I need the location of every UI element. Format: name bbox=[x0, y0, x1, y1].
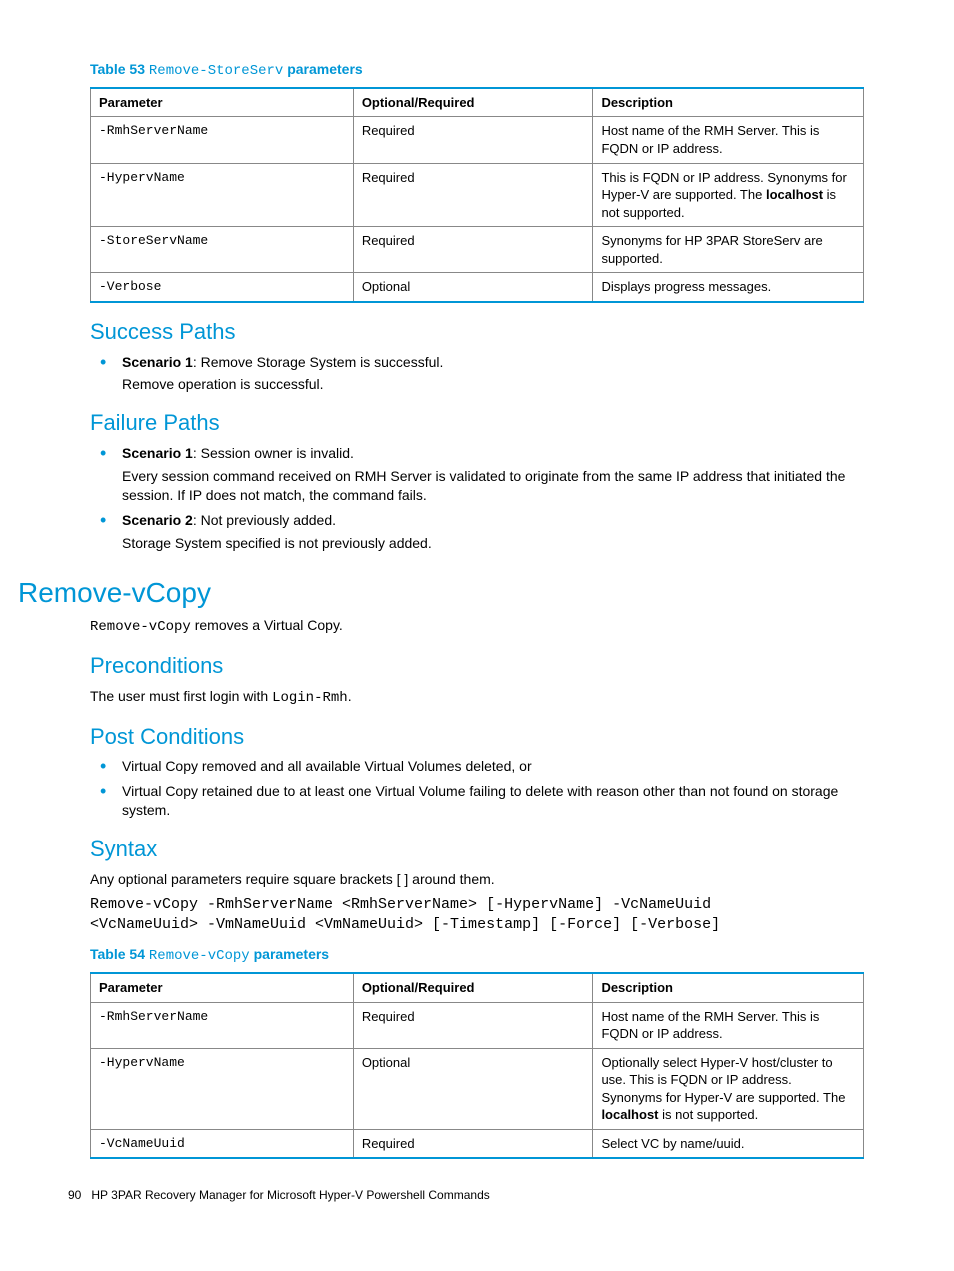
table53-h1: Parameter bbox=[91, 88, 354, 117]
desc-cell: Displays progress messages. bbox=[593, 273, 864, 302]
remove-vcopy-intro: Remove-vCopy removes a Virtual Copy. bbox=[90, 616, 864, 637]
table54-caption-prefix: Table 54 bbox=[90, 946, 149, 962]
failure-item-1: Scenario 1: Session owner is invalid. Ev… bbox=[90, 444, 864, 505]
table53-h2: Optional/Required bbox=[353, 88, 593, 117]
syntax-text: Any optional parameters require square b… bbox=[90, 870, 864, 889]
table53-caption-prefix: Table 53 bbox=[90, 61, 149, 77]
param-cell: -RmhServerName bbox=[91, 117, 354, 163]
table-row: -StoreServNameRequiredSynonyms for HP 3P… bbox=[91, 227, 864, 273]
failure-s1-title: Scenario 1 bbox=[122, 445, 193, 461]
table53: Parameter Optional/Required Description … bbox=[90, 87, 864, 303]
success-s1-sub: Remove operation is successful. bbox=[122, 375, 864, 394]
failure-s2-sub: Storage System specified is not previous… bbox=[122, 534, 864, 553]
table54-caption: Table 54 Remove-vCopy parameters bbox=[90, 945, 864, 966]
failure-paths-heading: Failure Paths bbox=[90, 408, 864, 438]
table-row: -HypervNameRequiredThis is FQDN or IP ad… bbox=[91, 163, 864, 227]
postconditions-list: Virtual Copy removed and all available V… bbox=[90, 757, 864, 820]
page-footer: 90 HP 3PAR Recovery Manager for Microsof… bbox=[68, 1187, 864, 1203]
param-cell: -VcNameUuid bbox=[91, 1129, 354, 1158]
desc-cell: This is FQDN or IP address. Synonyms for… bbox=[593, 163, 864, 227]
failure-s1-rest: : Session owner is invalid. bbox=[193, 445, 354, 461]
desc-cell: Select VC by name/uuid. bbox=[593, 1129, 864, 1158]
preconditions-heading: Preconditions bbox=[90, 651, 864, 681]
req-cell: Required bbox=[353, 163, 593, 227]
syntax-code: Remove-vCopy -RmhServerName <RmhServerNa… bbox=[90, 895, 864, 936]
failure-list: Scenario 1: Session owner is invalid. Ev… bbox=[90, 444, 864, 552]
success-s1-title: Scenario 1 bbox=[122, 354, 193, 370]
remove-vcopy-intro-rest: removes a Virtual Copy. bbox=[191, 617, 343, 633]
postconditions-item-2: Virtual Copy retained due to at least on… bbox=[90, 782, 864, 820]
success-item-1: Scenario 1: Remove Storage System is suc… bbox=[90, 353, 864, 395]
table53-caption-suffix: parameters bbox=[283, 61, 362, 77]
table-row: -RmhServerNameRequiredHost name of the R… bbox=[91, 117, 864, 163]
table54-h1: Parameter bbox=[91, 973, 354, 1002]
syntax-heading: Syntax bbox=[90, 834, 864, 864]
preconditions-text: The user must first login with Login-Rmh… bbox=[90, 687, 864, 708]
table-row: -RmhServerNameRequiredHost name of the R… bbox=[91, 1002, 864, 1048]
param-cell: -StoreServName bbox=[91, 227, 354, 273]
preconditions-pre: The user must first login with bbox=[90, 688, 272, 704]
page-number: 90 bbox=[68, 1188, 81, 1202]
table54-caption-cmd: Remove-vCopy bbox=[149, 948, 250, 964]
desc-cell: Host name of the RMH Server. This is FQD… bbox=[593, 1002, 864, 1048]
table54-h3: Description bbox=[593, 973, 864, 1002]
success-list: Scenario 1: Remove Storage System is suc… bbox=[90, 353, 864, 395]
table53-h3: Description bbox=[593, 88, 864, 117]
req-cell: Required bbox=[353, 117, 593, 163]
req-cell: Required bbox=[353, 1129, 593, 1158]
desc-cell: Host name of the RMH Server. This is FQD… bbox=[593, 117, 864, 163]
success-paths-heading: Success Paths bbox=[90, 317, 864, 347]
failure-item-2: Scenario 2: Not previously added. Storag… bbox=[90, 511, 864, 553]
param-cell: -Verbose bbox=[91, 273, 354, 302]
table53-caption: Table 53 Remove-StoreServ parameters bbox=[90, 60, 864, 81]
failure-s2-title: Scenario 2 bbox=[122, 512, 193, 528]
table-row: -VerboseOptionalDisplays progress messag… bbox=[91, 273, 864, 302]
table53-caption-cmd: Remove-StoreServ bbox=[149, 63, 283, 79]
desc-cell: Synonyms for HP 3PAR StoreServ are suppo… bbox=[593, 227, 864, 273]
req-cell: Required bbox=[353, 227, 593, 273]
postconditions-heading: Post Conditions bbox=[90, 722, 864, 752]
table54-caption-suffix: parameters bbox=[250, 946, 329, 962]
remove-vcopy-intro-cmd: Remove-vCopy bbox=[90, 619, 191, 635]
param-cell: -HypervName bbox=[91, 1048, 354, 1129]
table-row: -VcNameUuidRequiredSelect VC by name/uui… bbox=[91, 1129, 864, 1158]
param-cell: -RmhServerName bbox=[91, 1002, 354, 1048]
table54-h2: Optional/Required bbox=[353, 973, 593, 1002]
failure-s1-sub: Every session command received on RMH Se… bbox=[122, 467, 864, 505]
param-cell: -HypervName bbox=[91, 163, 354, 227]
footer-title: HP 3PAR Recovery Manager for Microsoft H… bbox=[91, 1188, 489, 1202]
desc-cell: Optionally select Hyper-V host/cluster t… bbox=[593, 1048, 864, 1129]
preconditions-cmd: Login-Rmh bbox=[272, 690, 348, 706]
req-cell: Optional bbox=[353, 1048, 593, 1129]
success-s1-rest: : Remove Storage System is successful. bbox=[193, 354, 444, 370]
table-row: -HypervNameOptionalOptionally select Hyp… bbox=[91, 1048, 864, 1129]
failure-s2-rest: : Not previously added. bbox=[193, 512, 336, 528]
req-cell: Required bbox=[353, 1002, 593, 1048]
req-cell: Optional bbox=[353, 273, 593, 302]
preconditions-post: . bbox=[348, 688, 352, 704]
postconditions-item-1: Virtual Copy removed and all available V… bbox=[90, 757, 864, 776]
table54: Parameter Optional/Required Description … bbox=[90, 972, 864, 1159]
remove-vcopy-heading: Remove-vCopy bbox=[18, 574, 864, 612]
